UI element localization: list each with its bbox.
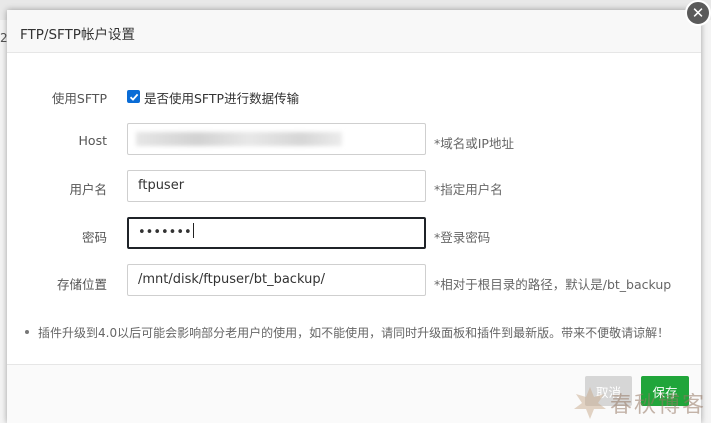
host-label: Host	[78, 133, 107, 148]
leaf-logo-icon	[574, 387, 606, 419]
ftp-settings-dialog: FTP/SFTP帐户设置 使用SFTP 是否使用SFTP进行数据传输 Host …	[7, 10, 701, 423]
text-caret	[192, 223, 194, 238]
sftp-checkbox-label[interactable]: 是否使用SFTP进行数据传输	[144, 88, 299, 107]
checkmark-icon	[129, 93, 138, 101]
upgrade-notice-text: 插件升级到4.0以后可能会影响部分老用户的使用，如不能使用，请同时升级面板和插件…	[38, 326, 670, 340]
password-input[interactable]: •••••••	[127, 217, 426, 249]
bullet-icon	[25, 330, 29, 334]
storage-path-input[interactable]: /mnt/disk/ftpuser/bt_backup/	[127, 264, 426, 296]
close-dialog-button[interactable]: ✕	[685, 0, 711, 26]
watermark-text: 春秋博客	[610, 393, 707, 418]
sftp-checkbox[interactable]	[127, 90, 140, 103]
dialog-title: FTP/SFTP帐户设置	[20, 27, 135, 43]
password-value: •••••••	[138, 225, 192, 240]
host-value-redacted	[136, 132, 342, 146]
username-hint: *指定用户名	[434, 182, 503, 197]
close-icon: ✕	[691, 3, 705, 22]
storage-label: 存储位置	[56, 277, 107, 292]
upgrade-notice: 插件升级到4.0以后可能会影响部分老用户的使用，如不能使用，请同时升级面板和插件…	[25, 324, 669, 341]
password-hint: *登录密码	[434, 230, 491, 245]
password-label: 密码	[81, 230, 107, 245]
storage-hint: *相对于根目录的路径，默认是/bt_backup	[434, 277, 672, 292]
host-input[interactable]	[127, 123, 426, 155]
watermark: 春秋博客	[566, 383, 711, 423]
backdrop-stripe	[0, 0, 711, 10]
dialog-header: FTP/SFTP帐户设置	[7, 10, 701, 53]
host-hint: *域名或IP地址	[434, 136, 514, 151]
sftp-label: 使用SFTP	[51, 91, 107, 106]
username-input[interactable]: ftpuser	[127, 170, 426, 202]
username-label: 用户名	[69, 182, 107, 197]
